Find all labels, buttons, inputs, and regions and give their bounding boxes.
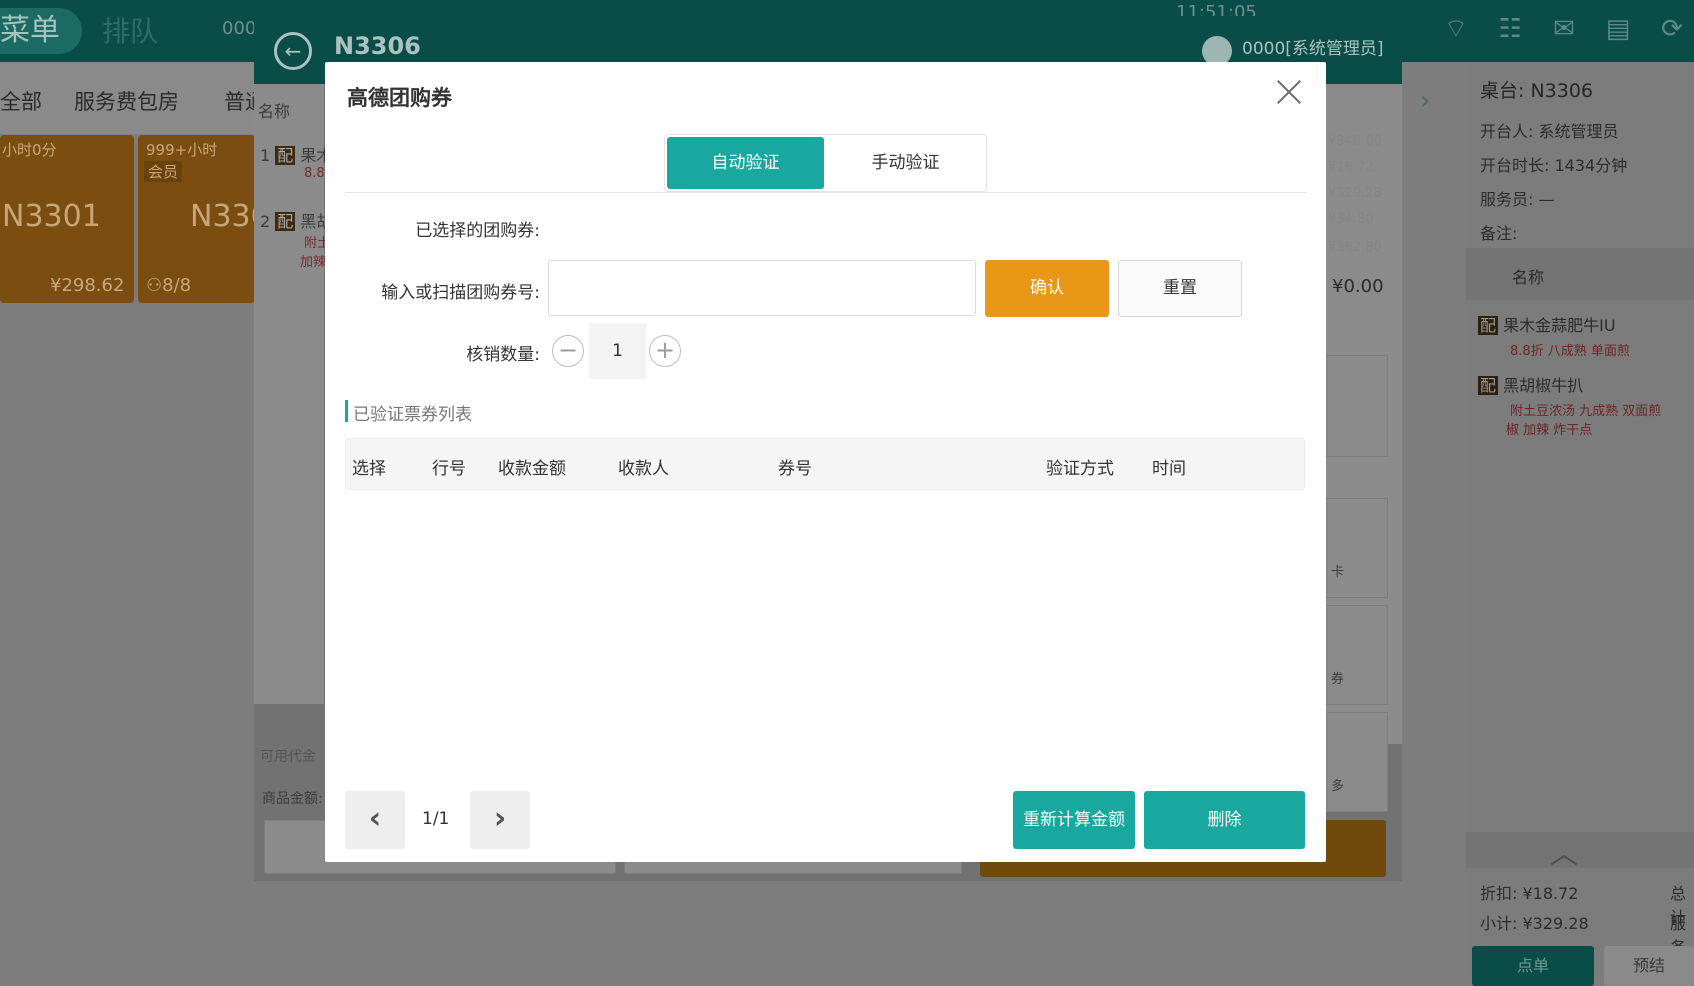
summary-box — [1326, 355, 1388, 457]
col-row-no: 行号 — [432, 459, 466, 479]
order-table-name: N3306 — [334, 32, 421, 60]
tab-manual-verify[interactable]: 手动验证 — [827, 137, 984, 189]
logo: 排队 — [102, 15, 159, 48]
menu-button[interactable]: 菜单 — [0, 8, 82, 54]
rp-discount: 折扣: ¥18.72 — [1480, 884, 1579, 903]
delete-button[interactable]: 删除 — [1144, 791, 1305, 849]
member-badge: 会员 — [144, 161, 183, 182]
modal-title: 高德团购券 — [347, 86, 452, 110]
recalculate-button[interactable]: 重新计算金额 — [1013, 791, 1135, 849]
order-total: ¥0.00 — [1332, 276, 1384, 297]
price-2: ¥18.72 — [1328, 160, 1374, 175]
table-tile-n3301[interactable]: 小时0分 N3301 ¥298.62 — [0, 135, 134, 303]
rp-list-header — [1466, 248, 1694, 300]
price-4: ¥34.80 — [1328, 212, 1374, 227]
order-item-2[interactable]: 2 配 黑胡 附土 加辣 — [260, 208, 332, 270]
plus-icon[interactable]: + — [649, 335, 681, 367]
rp-item-1[interactable]: 配 果木金蒜肥牛IU 8.8折 八成熟 单面煎 — [1478, 312, 1630, 359]
tile-price: ¥298.62 — [50, 275, 125, 296]
order-button[interactable]: 点单 — [1472, 946, 1594, 986]
rp-item-2[interactable]: 配 黑胡椒牛扒 附土豆浓汤 九成熟 双面煎 椒 加辣 炸干点 — [1478, 372, 1661, 438]
selected-coupon-label: 已选择的团购券: — [415, 221, 540, 241]
rp-opener: 开台人: 系统管理员 — [1480, 122, 1619, 141]
available-voucher-label: 可用代金 — [260, 749, 316, 765]
chevron-up-icon[interactable]: ︿ — [1550, 832, 1578, 872]
goods-amount-label: 商品金额: — [262, 791, 323, 807]
table-tile-n330x[interactable]: 999+小时 会员 N330 ⚇8/8 — [138, 135, 270, 303]
col-name-label: 名称 — [258, 102, 291, 121]
tile-time: 999+小时 — [146, 141, 218, 159]
col-time: 时间 — [1152, 459, 1186, 479]
top-info-text: 000 — [222, 18, 257, 39]
prev-page-button[interactable]: ‹ — [345, 791, 405, 849]
confirm-button[interactable]: 确认 — [985, 260, 1109, 317]
col-select: 选择 — [352, 459, 386, 479]
document-icon[interactable]: ▤ — [1602, 14, 1634, 44]
tile-people: ⚇8/8 — [146, 275, 192, 296]
coupon-code-input[interactable] — [548, 260, 976, 316]
chat-icon[interactable]: ✉ — [1548, 14, 1580, 44]
price-3: ¥329.28 — [1328, 186, 1382, 201]
coupon-input-label: 输入或扫描团购券号: — [381, 283, 540, 303]
voucher-pay-button[interactable]: 券 — [1326, 605, 1388, 705]
col-amount: 收款金额 — [498, 459, 566, 479]
tile-name: N3301 — [2, 199, 101, 234]
price-1: ¥348.00 — [1328, 134, 1382, 149]
verify-mode-tabs: 自动验证 手动验证 — [664, 134, 987, 192]
card-pay-button[interactable]: 卡 — [1326, 498, 1388, 598]
col-coupon-no: 券号 — [778, 459, 812, 479]
wifi-icon[interactable]: ⌔ — [1440, 14, 1472, 44]
scroll-up-bar[interactable] — [1466, 832, 1694, 868]
rp-col-name: 名称 — [1512, 268, 1545, 287]
close-icon[interactable] — [1276, 78, 1304, 106]
order-item-1[interactable]: 1 配 果木 8.8 — [260, 142, 332, 181]
next-page-button[interactable]: › — [470, 791, 530, 849]
menu-label: 菜单 — [0, 13, 60, 48]
refresh-icon[interactable]: ⟳ — [1656, 14, 1688, 44]
chevron-right-icon[interactable]: › — [1420, 86, 1430, 116]
category-all[interactable]: 全部 — [0, 86, 42, 116]
quantity-label: 核销数量: — [466, 345, 540, 365]
users-icon[interactable]: ☷ — [1494, 14, 1526, 44]
price-5: ¥382.80 — [1328, 240, 1382, 255]
top-icons: ⌔ ☷ ✉ ▤ ⟳ — [1440, 14, 1688, 44]
tab-auto-verify[interactable]: 自动验证 — [667, 137, 824, 189]
current-user: 0000[系统管理员] — [1242, 39, 1384, 59]
divider — [345, 192, 1306, 193]
reset-button[interactable]: 重置 — [1118, 260, 1242, 317]
tile-time: 小时0分 — [2, 141, 57, 159]
verified-list-title: 已验证票券列表 — [353, 405, 472, 425]
minus-icon[interactable]: − — [552, 335, 584, 367]
rp-table: 桌台: N3306 — [1480, 80, 1594, 102]
rp-subtotal: 小计: ¥329.28 — [1480, 914, 1589, 933]
pre-settle-button[interactable]: 预结 — [1604, 946, 1694, 986]
category-service-room[interactable]: 服务费包房 — [74, 86, 179, 116]
page-indicator: 1/1 — [422, 809, 450, 829]
col-verify-method: 验证方式 — [1046, 459, 1114, 479]
col-payee: 收款人 — [618, 459, 669, 479]
back-arrow-icon[interactable]: ← — [274, 32, 312, 70]
rp-waiter: 服务员: — — [1480, 190, 1555, 209]
quantity-value[interactable]: 1 — [589, 323, 646, 379]
more-pay-button[interactable]: 多 — [1326, 712, 1388, 812]
rp-note: 备注: — [1480, 224, 1518, 243]
section-accent — [345, 400, 348, 422]
rp-duration: 开台时长: 1434分钟 — [1480, 156, 1628, 175]
